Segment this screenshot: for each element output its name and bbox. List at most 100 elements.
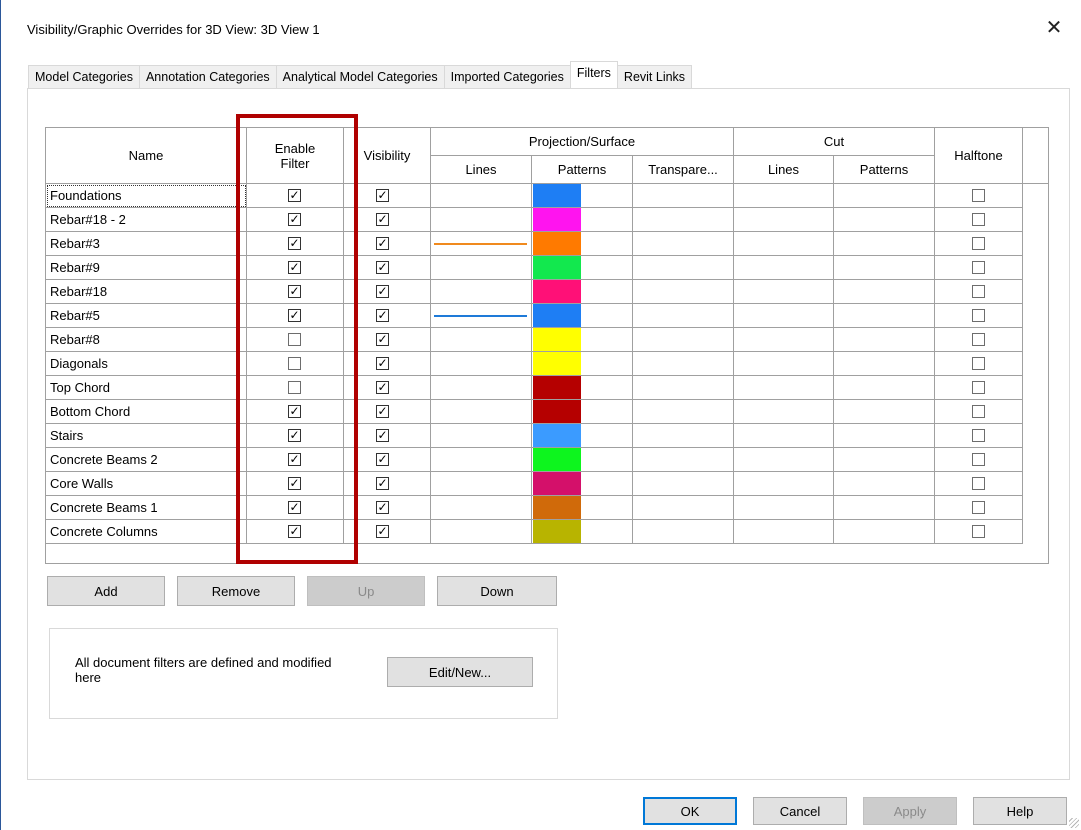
cut-lines-cell[interactable] bbox=[734, 448, 834, 472]
visibility-cell[interactable]: ✓ bbox=[344, 520, 431, 544]
visibility-cell[interactable]: ✓ bbox=[344, 232, 431, 256]
proj-transparency-cell[interactable] bbox=[633, 304, 734, 328]
cut-patterns-cell[interactable] bbox=[834, 208, 935, 232]
cut-lines-cell[interactable] bbox=[734, 328, 834, 352]
filter-name-cell[interactable]: Foundations bbox=[46, 184, 247, 208]
table-row[interactable]: Rebar#9 ✓ ✓ bbox=[46, 256, 1023, 280]
halftone-checkbox[interactable] bbox=[972, 213, 985, 226]
proj-transparency-cell[interactable] bbox=[633, 352, 734, 376]
cut-lines-cell[interactable] bbox=[734, 280, 834, 304]
projection-lines-cell[interactable] bbox=[431, 424, 532, 448]
table-row[interactable]: Rebar#18 - 2 ✓ ✓ bbox=[46, 208, 1023, 232]
tab-imported-categories[interactable]: Imported Categories bbox=[443, 65, 571, 89]
filter-name-cell[interactable]: Rebar#8 bbox=[46, 328, 247, 352]
projection-patterns-cell[interactable] bbox=[532, 376, 633, 400]
proj-transparency-cell[interactable] bbox=[633, 520, 734, 544]
filter-name-cell[interactable]: Concrete Beams 1 bbox=[46, 496, 247, 520]
cut-patterns-cell[interactable] bbox=[834, 400, 935, 424]
enable-filter-cell[interactable] bbox=[247, 352, 344, 376]
edit-new-button[interactable]: Edit/New... bbox=[387, 657, 533, 687]
cut-patterns-cell[interactable] bbox=[834, 352, 935, 376]
enable-filter-checkbox[interactable]: ✓ bbox=[288, 405, 301, 418]
enable-filter-cell[interactable] bbox=[247, 328, 344, 352]
table-row[interactable]: Concrete Beams 1 ✓ ✓ bbox=[46, 496, 1023, 520]
projection-patterns-cell[interactable] bbox=[532, 424, 633, 448]
projection-patterns-cell[interactable] bbox=[532, 400, 633, 424]
filter-name-cell[interactable]: Concrete Columns bbox=[46, 520, 247, 544]
halftone-cell[interactable] bbox=[935, 304, 1023, 328]
filter-name-cell[interactable]: Diagonals bbox=[46, 352, 247, 376]
projection-lines-cell[interactable] bbox=[431, 208, 532, 232]
projection-lines-cell[interactable] bbox=[431, 256, 532, 280]
projection-patterns-cell[interactable] bbox=[532, 256, 633, 280]
apply-button[interactable]: Apply bbox=[863, 797, 957, 825]
filter-name-cell[interactable]: Top Chord bbox=[46, 376, 247, 400]
table-row[interactable]: Concrete Beams 2 ✓ ✓ bbox=[46, 448, 1023, 472]
halftone-checkbox[interactable] bbox=[972, 477, 985, 490]
halftone-cell[interactable] bbox=[935, 184, 1023, 208]
projection-lines-cell[interactable] bbox=[431, 496, 532, 520]
enable-filter-cell[interactable]: ✓ bbox=[247, 232, 344, 256]
help-button[interactable]: Help bbox=[973, 797, 1067, 825]
tab-analytical-model-categories[interactable]: Analytical Model Categories bbox=[275, 65, 445, 89]
table-row[interactable]: Core Walls ✓ ✓ bbox=[46, 472, 1023, 496]
halftone-cell[interactable] bbox=[935, 352, 1023, 376]
column-header-cut-patterns[interactable]: Patterns bbox=[834, 156, 935, 184]
tab-annotation-categories[interactable]: Annotation Categories bbox=[138, 65, 277, 89]
halftone-cell[interactable] bbox=[935, 232, 1023, 256]
visibility-checkbox[interactable]: ✓ bbox=[376, 357, 389, 370]
projection-lines-cell[interactable] bbox=[431, 184, 532, 208]
cut-patterns-cell[interactable] bbox=[834, 520, 935, 544]
proj-transparency-cell[interactable] bbox=[633, 280, 734, 304]
proj-transparency-cell[interactable] bbox=[633, 256, 734, 280]
proj-transparency-cell[interactable] bbox=[633, 472, 734, 496]
cut-patterns-cell[interactable] bbox=[834, 328, 935, 352]
visibility-checkbox[interactable]: ✓ bbox=[376, 501, 389, 514]
cut-patterns-cell[interactable] bbox=[834, 280, 935, 304]
halftone-checkbox[interactable] bbox=[972, 405, 985, 418]
halftone-cell[interactable] bbox=[935, 280, 1023, 304]
proj-transparency-cell[interactable] bbox=[633, 400, 734, 424]
halftone-checkbox[interactable] bbox=[972, 429, 985, 442]
enable-filter-cell[interactable]: ✓ bbox=[247, 496, 344, 520]
projection-patterns-cell[interactable] bbox=[532, 208, 633, 232]
up-button[interactable]: Up bbox=[307, 576, 425, 606]
cut-patterns-cell[interactable] bbox=[834, 472, 935, 496]
projection-patterns-cell[interactable] bbox=[532, 352, 633, 376]
enable-filter-cell[interactable] bbox=[247, 376, 344, 400]
visibility-cell[interactable]: ✓ bbox=[344, 184, 431, 208]
projection-lines-cell[interactable] bbox=[431, 376, 532, 400]
halftone-checkbox[interactable] bbox=[972, 357, 985, 370]
halftone-cell[interactable] bbox=[935, 424, 1023, 448]
halftone-checkbox[interactable] bbox=[972, 453, 985, 466]
cut-lines-cell[interactable] bbox=[734, 304, 834, 328]
filter-name-cell[interactable]: Concrete Beams 2 bbox=[46, 448, 247, 472]
projection-lines-cell[interactable] bbox=[431, 352, 532, 376]
cut-lines-cell[interactable] bbox=[734, 232, 834, 256]
halftone-cell[interactable] bbox=[935, 328, 1023, 352]
visibility-cell[interactable]: ✓ bbox=[344, 328, 431, 352]
tab-filters[interactable]: Filters bbox=[569, 61, 618, 88]
halftone-checkbox[interactable] bbox=[972, 189, 985, 202]
cancel-button[interactable]: Cancel bbox=[753, 797, 847, 825]
filter-name-cell[interactable]: Core Walls bbox=[46, 472, 247, 496]
projection-patterns-cell[interactable] bbox=[532, 472, 633, 496]
enable-filter-checkbox[interactable]: ✓ bbox=[288, 261, 301, 274]
cut-patterns-cell[interactable] bbox=[834, 184, 935, 208]
table-row[interactable]: Bottom Chord ✓ ✓ bbox=[46, 400, 1023, 424]
enable-filter-cell[interactable]: ✓ bbox=[247, 448, 344, 472]
add-button[interactable]: Add bbox=[47, 576, 165, 606]
halftone-checkbox[interactable] bbox=[972, 309, 985, 322]
halftone-cell[interactable] bbox=[935, 520, 1023, 544]
projection-lines-cell[interactable] bbox=[431, 520, 532, 544]
cut-lines-cell[interactable] bbox=[734, 256, 834, 280]
close-button[interactable]: ✕ bbox=[1037, 12, 1071, 42]
cut-patterns-cell[interactable] bbox=[834, 448, 935, 472]
cut-patterns-cell[interactable] bbox=[834, 232, 935, 256]
table-row[interactable]: Concrete Columns ✓ ✓ bbox=[46, 520, 1023, 544]
visibility-checkbox[interactable]: ✓ bbox=[376, 333, 389, 346]
enable-filter-checkbox[interactable]: ✓ bbox=[288, 237, 301, 250]
filter-name-cell[interactable]: Rebar#9 bbox=[46, 256, 247, 280]
halftone-checkbox[interactable] bbox=[972, 237, 985, 250]
cut-lines-cell[interactable] bbox=[734, 400, 834, 424]
